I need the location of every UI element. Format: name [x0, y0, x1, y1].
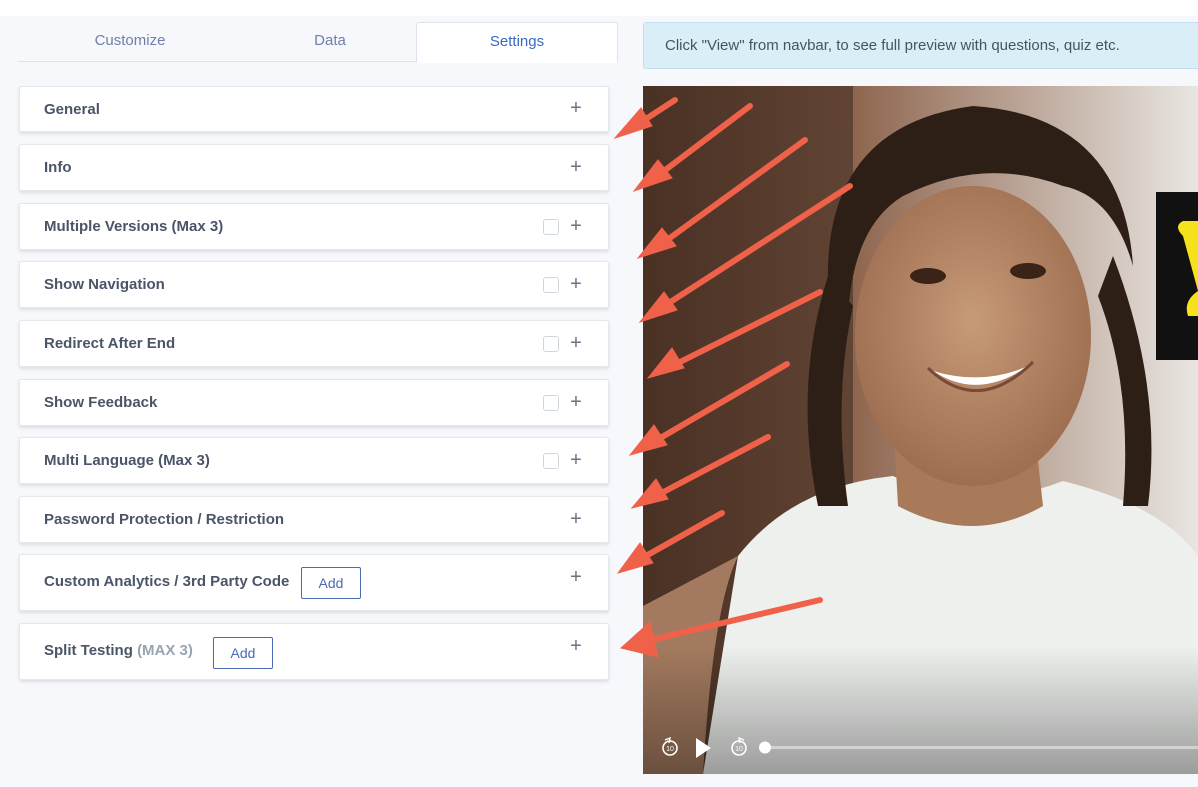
svg-text:10: 10 [666, 746, 674, 753]
video-preview[interactable]: 10 10 [643, 86, 1198, 774]
plus-icon[interactable]: + [568, 636, 584, 656]
preview-notice: Click "View" from navbar, to see full pr… [643, 22, 1198, 69]
plus-icon[interactable]: + [568, 98, 584, 118]
panel-show-navigation[interactable]: Show Navigation + [19, 261, 609, 308]
svg-text:10: 10 [735, 746, 743, 753]
plus-icon[interactable]: + [568, 450, 584, 470]
tab-settings[interactable]: Settings [416, 22, 618, 63]
panel-redirect-after-end[interactable]: Redirect After End + [19, 320, 609, 367]
panel-label: Split Testing (MAX 3) [44, 642, 193, 659]
panel-show-feedback[interactable]: Show Feedback + [19, 379, 609, 426]
panel-label: Info [44, 159, 72, 176]
panel-label: Show Navigation [44, 276, 165, 293]
plus-icon[interactable]: + [568, 216, 584, 236]
panel-password-protection[interactable]: Password Protection / Restriction + [19, 496, 609, 543]
panel-split-testing[interactable]: Split Testing (MAX 3) Add + [19, 623, 609, 680]
panel-label: Show Feedback [44, 394, 158, 411]
video-frame-image [643, 86, 1198, 774]
enable-checkbox[interactable] [543, 219, 559, 235]
tab-data[interactable]: Data [228, 22, 432, 62]
top-bar [0, 0, 1198, 16]
panel-multi-language[interactable]: Multi Language (Max 3) + [19, 437, 609, 484]
plus-icon[interactable]: + [568, 333, 584, 353]
panel-label: Multi Language (Max 3) [44, 452, 210, 469]
tab-bar: Customize Data Settings [18, 22, 618, 63]
panel-general[interactable]: General + [19, 86, 609, 132]
plus-icon[interactable]: + [568, 567, 584, 587]
panel-label: Redirect After End [44, 335, 176, 352]
panel-label-limit: (MAX 3) [137, 642, 193, 659]
play-icon[interactable] [696, 738, 711, 758]
plus-icon[interactable]: + [568, 274, 584, 294]
panel-label-text: Split Testing [44, 642, 133, 659]
enable-checkbox[interactable] [543, 277, 559, 293]
panel-multiple-versions[interactable]: Multiple Versions (Max 3) + [19, 203, 609, 250]
enable-checkbox[interactable] [543, 395, 559, 411]
panel-label: General [44, 101, 100, 118]
plus-icon[interactable]: + [568, 392, 584, 412]
forward-10-icon[interactable]: 10 [731, 736, 747, 756]
panel-label: Password Protection / Restriction [44, 511, 285, 528]
panel-label: Multiple Versions (Max 3) [44, 218, 224, 235]
enable-checkbox[interactable] [543, 453, 559, 469]
panel-info[interactable]: Info + [19, 144, 609, 191]
add-split-test-button[interactable]: Add [213, 637, 273, 669]
panel-label: Custom Analytics / 3rd Party Code [44, 573, 290, 590]
progress-bar[interactable] [759, 741, 1198, 754]
video-controls: 10 10 [643, 714, 1198, 774]
progress-scrubber[interactable] [759, 741, 771, 754]
plus-icon[interactable]: + [568, 157, 584, 177]
add-analytics-button[interactable]: Add [301, 567, 361, 599]
enable-checkbox[interactable] [543, 336, 559, 352]
panel-custom-analytics[interactable]: Custom Analytics / 3rd Party Code Add + [19, 554, 609, 611]
plus-icon[interactable]: + [568, 509, 584, 529]
rewind-10-icon[interactable]: 10 [662, 736, 678, 756]
tab-customize[interactable]: Customize [18, 22, 242, 62]
